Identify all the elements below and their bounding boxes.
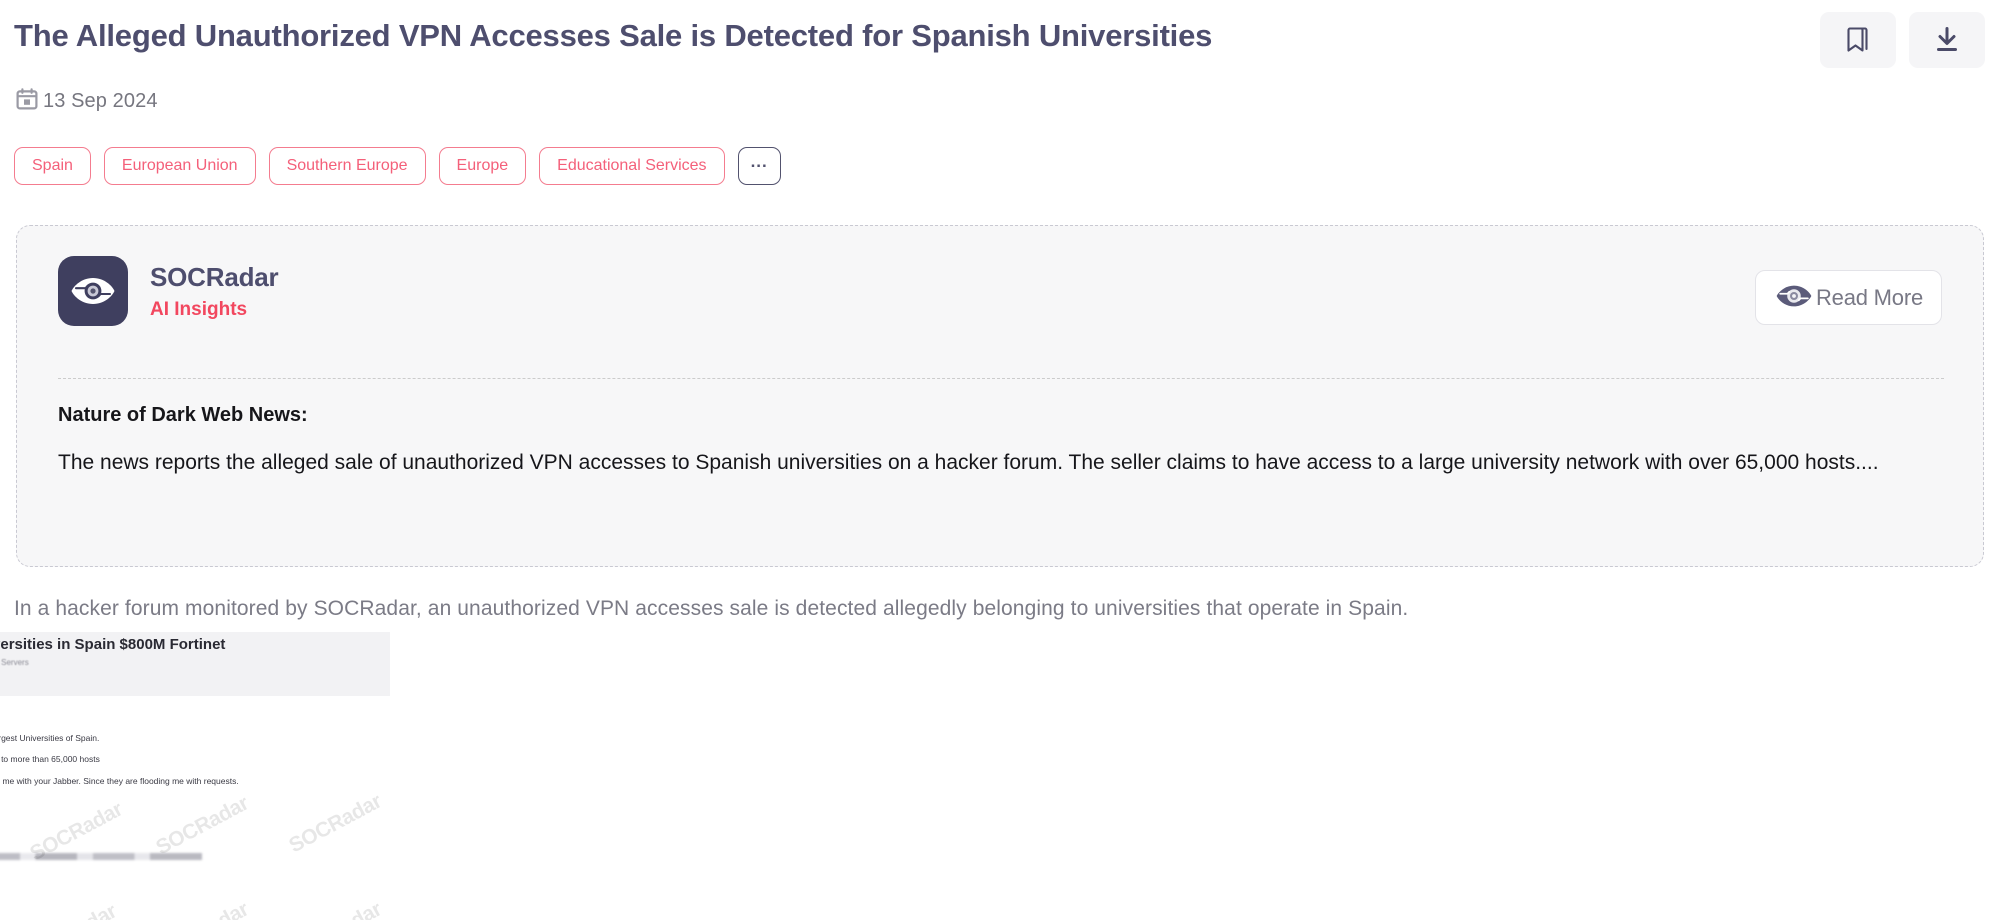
download-icon bbox=[1935, 27, 1959, 53]
brand-name: SOCRadar bbox=[150, 261, 279, 292]
watermark: SOCRadar bbox=[285, 898, 385, 920]
tag-more-button[interactable]: ... bbox=[737, 147, 781, 185]
read-more-label: Read More bbox=[1815, 284, 1923, 310]
tag-educational-services[interactable]: Educational Services bbox=[539, 147, 725, 185]
socradar-eye-icon bbox=[1774, 283, 1814, 312]
ai-card-header: SOCRadar AI Insights bbox=[58, 256, 279, 326]
page-title: The Alleged Unauthorized VPN Accesses Sa… bbox=[14, 18, 1213, 53]
tag-spain[interactable]: Spain bbox=[14, 147, 91, 185]
screenshot-line-3: Jabber also pm me with your Jabber. Sinc… bbox=[0, 776, 239, 786]
ai-insights-card: SOCRadar AI Insights Read More Nature of… bbox=[16, 225, 1984, 567]
ai-section-heading: Nature of Dark Web News: bbox=[58, 404, 308, 426]
brand-text: SOCRadar AI Insights bbox=[150, 261, 279, 321]
watermark: SOCRadar bbox=[285, 789, 386, 858]
bookmark-icon bbox=[1846, 26, 1870, 54]
watermark: SOCRadar bbox=[20, 900, 120, 920]
watermark: SOCRadar bbox=[152, 791, 253, 860]
download-button[interactable] bbox=[1909, 12, 1985, 68]
card-divider bbox=[58, 378, 1944, 379]
forum-screenshot-image[interactable]: est Universities in Spain $800M Fortinet… bbox=[0, 632, 390, 920]
tag-european-union[interactable]: European Union bbox=[103, 147, 256, 185]
tag-europe[interactable]: Europe bbox=[438, 147, 527, 185]
watermark: SOCRadar bbox=[152, 898, 252, 920]
tag-southern-europe[interactable]: Southern Europe bbox=[268, 147, 426, 185]
calendar-icon bbox=[16, 88, 38, 115]
screenshot-title: est Universities in Spain $800M Fortinet bbox=[0, 636, 226, 653]
socradar-eye-logo-icon bbox=[58, 256, 128, 326]
brand-subtitle: AI Insights bbox=[150, 298, 248, 320]
page-header: The Alleged Unauthorized VPN Accesses Sa… bbox=[0, 0, 1999, 100]
article-paragraph: In a hacker forum monitored by SOCRadar,… bbox=[14, 597, 1409, 620]
ai-summary-text: The news reports the alleged sale of una… bbox=[58, 451, 1879, 474]
publish-date: 13 Sep 2024 bbox=[16, 88, 158, 115]
header-actions bbox=[1820, 12, 1985, 68]
read-more-button[interactable]: Read More bbox=[1754, 270, 1942, 325]
bookmark-button[interactable] bbox=[1820, 12, 1896, 68]
screenshot-line-2: here can be up to more than 65,000 hosts bbox=[0, 754, 100, 764]
screenshot-blurred-text bbox=[0, 853, 202, 860]
screenshot-subtitle: root, sul-inj, DB, Servers bbox=[0, 658, 29, 667]
publish-date-text: 13 Sep 2024 bbox=[43, 90, 158, 112]
tag-list: Spain European Union Southern Europe Eur… bbox=[14, 147, 781, 185]
screenshot-line-1: to one of the largest Universities of Sp… bbox=[0, 733, 100, 743]
news-detail-page: The Alleged Unauthorized VPN Accesses Sa… bbox=[0, 0, 1999, 920]
